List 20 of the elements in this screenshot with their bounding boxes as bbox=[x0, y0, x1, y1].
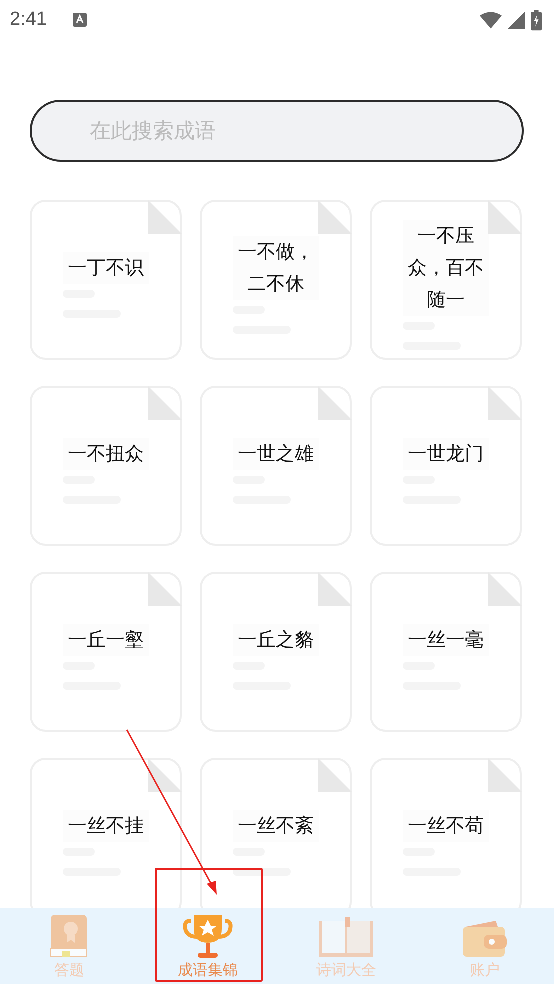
keyboard-notification-icon bbox=[72, 13, 87, 27]
idiom-card[interactable]: 一世龙门 bbox=[370, 386, 522, 546]
battery-icon bbox=[531, 10, 542, 30]
idiom-card[interactable]: 一丘之貉 bbox=[200, 572, 352, 732]
idiom-card[interactable]: 一丘一壑 bbox=[30, 572, 182, 732]
wifi-icon bbox=[480, 12, 502, 28]
wallet-icon bbox=[462, 919, 508, 959]
signal-icon bbox=[508, 12, 525, 28]
trophy-icon bbox=[182, 913, 233, 959]
folded-corner-icon bbox=[148, 758, 182, 792]
idiom-card[interactable]: 一世之雄 bbox=[200, 386, 352, 546]
status-time: 2:41 bbox=[10, 9, 47, 31]
idiom-card[interactable]: 一不扭众 bbox=[30, 386, 182, 546]
idiom-card[interactable]: 一不压众，百不随一 bbox=[370, 200, 522, 360]
open-book-icon bbox=[318, 917, 374, 959]
idiom-card[interactable]: 一丁不识 bbox=[30, 200, 182, 360]
idiom-card[interactable]: 一不做，二不休 bbox=[200, 200, 352, 360]
idiom-card[interactable]: 一丝一毫 bbox=[370, 572, 522, 732]
book-icon bbox=[49, 913, 90, 959]
search-field[interactable]: 在此搜索成语 bbox=[30, 100, 524, 162]
